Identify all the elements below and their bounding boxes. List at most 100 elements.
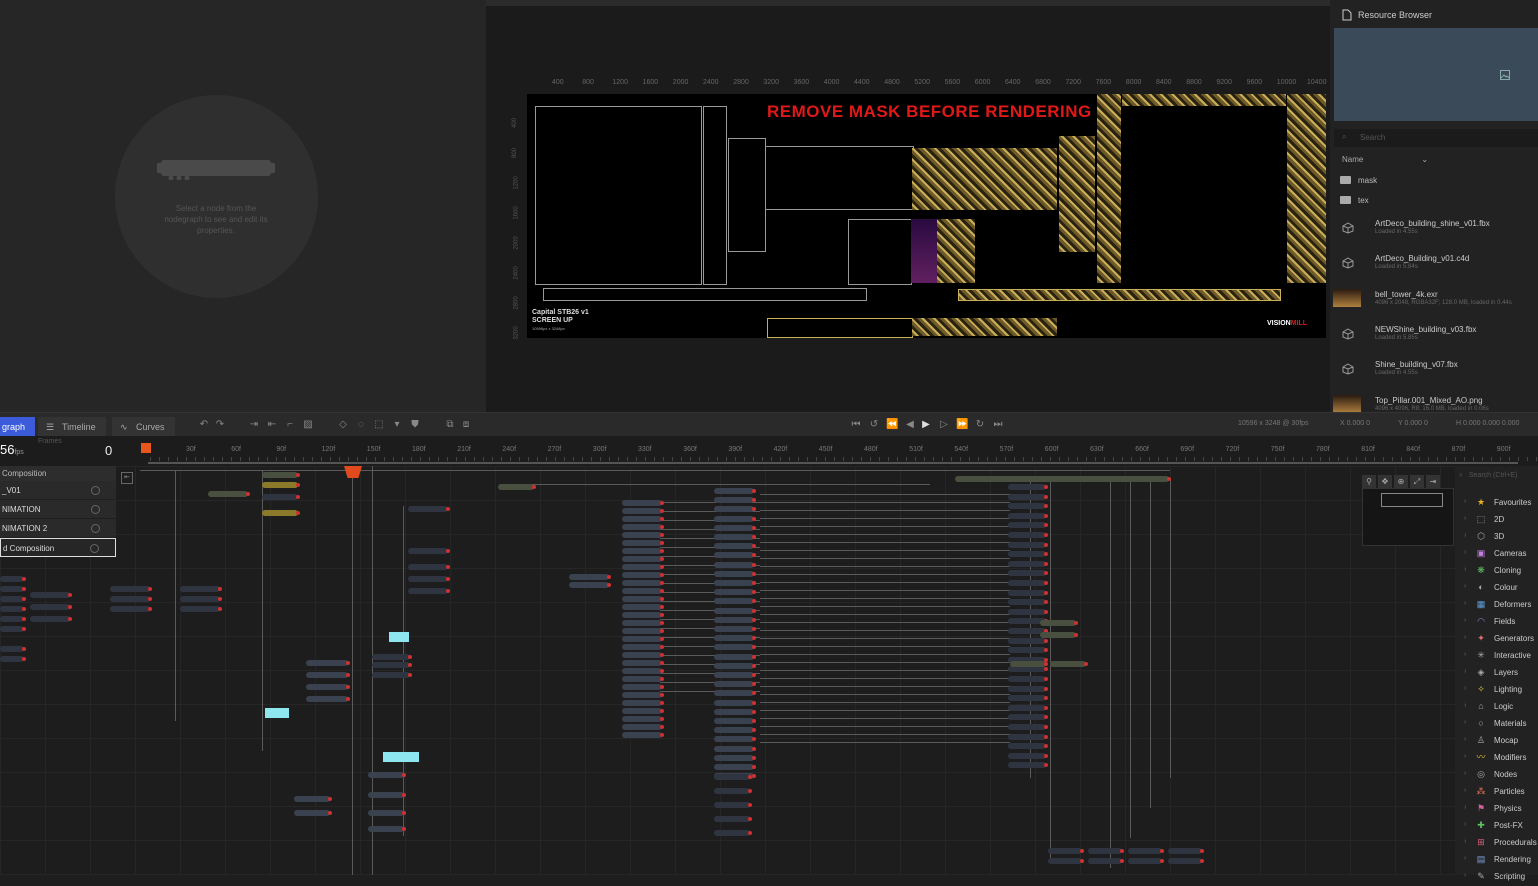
node-port[interactable]	[1044, 677, 1048, 681]
resource-search-input[interactable]: ⌕ Search	[1334, 129, 1538, 147]
pan-icon[interactable]: ✥	[1378, 475, 1392, 488]
graph-node[interactable]	[1040, 632, 1078, 638]
graph-node[interactable]	[714, 598, 756, 605]
node-port[interactable]	[1044, 523, 1048, 528]
graph-node[interactable]	[1008, 580, 1048, 586]
node-port[interactable]	[1044, 734, 1048, 739]
playhead-marker[interactable]	[141, 443, 151, 453]
graph-node[interactable]	[714, 561, 756, 568]
graph-node[interactable]	[408, 564, 450, 570]
graph-node[interactable]	[262, 482, 300, 488]
graph-node[interactable]	[714, 580, 756, 586]
graph-node[interactable]	[622, 628, 664, 634]
sticky-note[interactable]	[265, 708, 289, 718]
graph-node[interactable]	[714, 718, 756, 724]
library-category[interactable]: › ⊞ Procedurals	[1455, 835, 1538, 852]
node-port[interactable]	[752, 581, 756, 585]
sticky-note[interactable]	[383, 752, 419, 762]
library-category[interactable]: › ▦ Deformers	[1455, 597, 1538, 614]
graph-node[interactable]	[1168, 858, 1204, 864]
graph-node[interactable]	[714, 681, 756, 688]
graph-node[interactable]	[306, 684, 350, 690]
node-port[interactable]	[68, 593, 72, 597]
graph-node[interactable]	[622, 684, 664, 690]
node-port[interactable]	[752, 755, 756, 760]
graph-node[interactable]	[1048, 858, 1084, 864]
node-port[interactable]	[1160, 849, 1164, 853]
node-port[interactable]	[402, 793, 406, 797]
node-port[interactable]	[752, 571, 756, 576]
graph-node[interactable]	[622, 524, 664, 530]
node-port[interactable]	[1044, 667, 1048, 672]
library-category[interactable]: › ◠ Fields	[1455, 614, 1538, 631]
graph-node[interactable]	[622, 548, 664, 554]
layer-row[interactable]: NIMATION	[0, 500, 116, 519]
graph-node[interactable]	[714, 497, 756, 504]
graph-node[interactable]	[622, 564, 664, 570]
node-port[interactable]	[68, 617, 72, 621]
graph-node[interactable]	[408, 576, 450, 582]
node-port[interactable]	[296, 495, 300, 499]
graph-node[interactable]	[0, 616, 26, 622]
graph-node[interactable]	[372, 654, 412, 660]
graph-node[interactable]	[714, 690, 756, 697]
node-port[interactable]	[346, 685, 350, 689]
visibility-icon[interactable]	[91, 486, 100, 495]
graph-node[interactable]	[1128, 858, 1164, 864]
node-port[interactable]	[1044, 725, 1048, 729]
marker-icon[interactable]: ▾	[391, 419, 403, 431]
library-category[interactable]: › ✎ Scripting	[1455, 869, 1538, 886]
node-port[interactable]	[148, 597, 152, 601]
node-port[interactable]	[1044, 609, 1048, 614]
node-port[interactable]	[1200, 849, 1204, 853]
node-port[interactable]	[752, 765, 756, 769]
node-port[interactable]	[607, 575, 611, 579]
node-port[interactable]	[148, 607, 152, 611]
folder-item[interactable]: mask	[1330, 172, 1538, 190]
node-port[interactable]	[752, 682, 756, 687]
node-port[interactable]	[660, 533, 664, 537]
graph-node[interactable]	[714, 727, 756, 734]
node-port[interactable]	[1044, 485, 1048, 489]
node-port[interactable]	[1044, 648, 1048, 653]
visibility-icon[interactable]	[91, 524, 100, 533]
graph-node[interactable]	[622, 580, 664, 586]
node-port[interactable]	[660, 557, 664, 561]
graph-node[interactable]	[498, 484, 536, 490]
graph-node[interactable]	[714, 543, 756, 550]
graph-node[interactable]	[1008, 637, 1048, 644]
node-port[interactable]	[660, 669, 664, 673]
graph-node[interactable]	[1010, 661, 1048, 667]
node-port[interactable]	[346, 697, 350, 701]
graph-node[interactable]	[1008, 704, 1048, 711]
node-port[interactable]	[1200, 859, 1204, 863]
graph-node[interactable]	[1050, 661, 1088, 667]
bucket-icon[interactable]: ⛊	[409, 419, 421, 431]
node-port[interactable]	[660, 677, 664, 681]
node-port[interactable]	[660, 717, 664, 721]
rewind-icon[interactable]: ⏪	[886, 419, 898, 431]
graph-node[interactable]	[622, 724, 664, 730]
lasso-icon[interactable]: ◌	[355, 419, 367, 431]
graph-node[interactable]	[622, 508, 664, 514]
node-port[interactable]	[1044, 638, 1048, 643]
graph-node[interactable]	[569, 574, 611, 580]
graph-node[interactable]	[1008, 522, 1048, 529]
graph-node[interactable]	[0, 626, 26, 632]
graph-node[interactable]	[622, 636, 664, 642]
graph-node[interactable]	[1008, 685, 1048, 692]
library-category[interactable]: › ✳ Interactive	[1455, 648, 1538, 665]
node-port[interactable]	[1044, 571, 1048, 576]
graph-node[interactable]	[294, 810, 332, 816]
graph-node[interactable]	[622, 620, 664, 626]
resource-item[interactable]: ArtDeco_building_shine_v01.fbx Loaded in …	[1330, 216, 1538, 248]
pin-icon[interactable]: ⚲	[1362, 475, 1376, 488]
graph-node[interactable]	[622, 676, 664, 682]
graph-node[interactable]	[368, 772, 406, 778]
graph-node[interactable]	[306, 696, 350, 702]
play-icon[interactable]: ▶	[920, 419, 932, 431]
node-port[interactable]	[1044, 686, 1048, 691]
graph-node[interactable]	[622, 596, 664, 602]
node-port[interactable]	[1044, 561, 1048, 566]
copy-icon[interactable]: ⧉	[444, 419, 456, 431]
